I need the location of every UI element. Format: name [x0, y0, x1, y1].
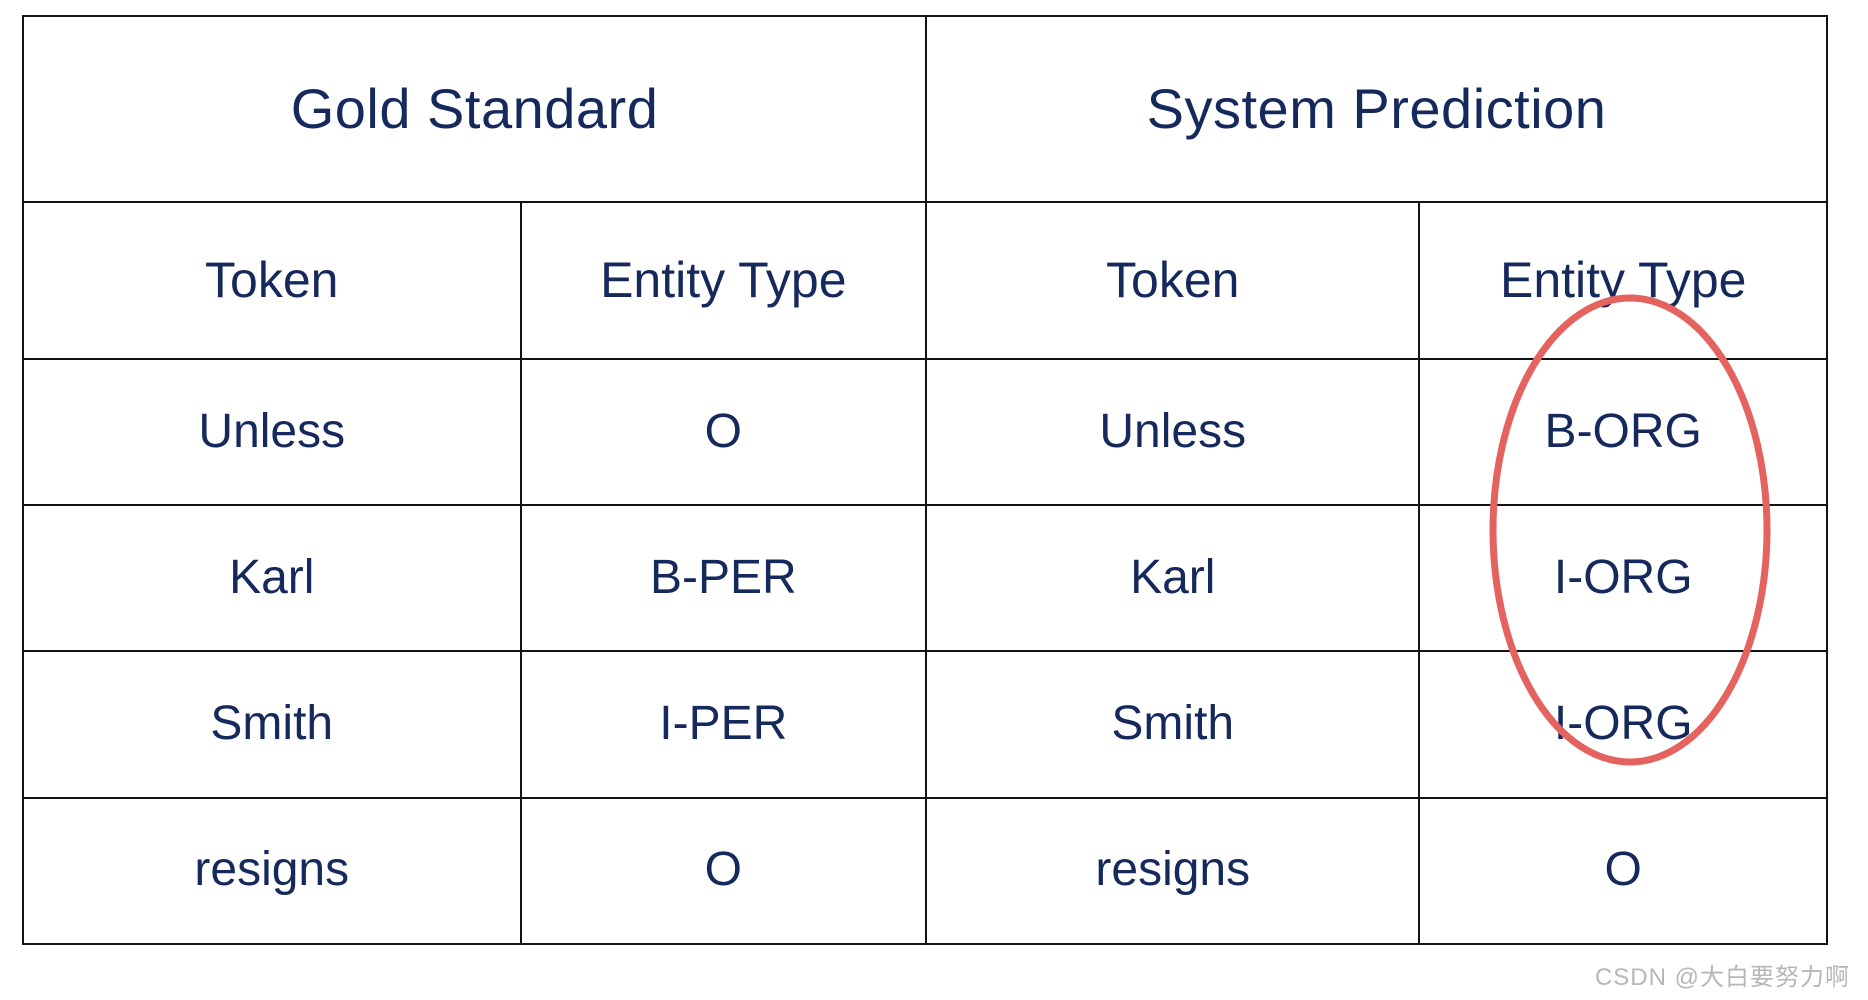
column-header-row: Token Entity Type Token Entity Type: [22, 201, 1828, 360]
column-header-gold-entity-type: Entity Type: [519, 201, 928, 360]
cell-pred-token-text: Unless: [1099, 404, 1247, 458]
cell-pred-token-text: Karl: [1130, 550, 1216, 604]
column-header-gold-entity-type-label: Entity Type: [600, 252, 847, 309]
column-header-pred-token-label: Token: [1106, 252, 1240, 309]
cell-pred-type-text: I-ORG: [1553, 697, 1693, 751]
group-header-gold-standard: Gold Standard: [21, 14, 928, 204]
cell-gold-token-text: Smith: [210, 697, 334, 751]
cell-pred-token-text: Smith: [1111, 697, 1235, 751]
cell-pred-type: O: [1418, 796, 1828, 946]
table-row: Karl B-PER Karl I-ORG: [22, 504, 1828, 653]
cell-pred-token: Karl: [925, 504, 1421, 653]
cell-pred-token: Unless: [925, 357, 1421, 507]
cell-pred-token: Smith: [925, 650, 1421, 799]
column-header-gold-token-label: Token: [205, 252, 339, 309]
table-row: resigns O resigns O: [22, 796, 1828, 946]
cell-gold-token: Karl: [22, 504, 522, 653]
cell-pred-type: I-ORG: [1418, 650, 1828, 799]
cell-gold-type: O: [519, 357, 928, 507]
cell-gold-type-text: O: [704, 404, 742, 458]
csdn-watermark: CSDN @大白要努力啊: [1594, 964, 1850, 991]
cell-gold-token: Unless: [22, 357, 522, 507]
cell-gold-type: I-PER: [519, 650, 928, 799]
table-row: Unless O Unless B-ORG: [22, 357, 1828, 507]
cell-gold-token: Smith: [22, 650, 522, 799]
group-header-system-prediction: System Prediction: [925, 14, 1828, 204]
column-header-gold-token: Token: [22, 201, 522, 360]
cell-gold-type: O: [519, 796, 928, 946]
cell-pred-type-text: B-ORG: [1544, 404, 1702, 458]
cell-gold-type-text: I-PER: [659, 697, 788, 751]
cell-pred-type-text: O: [1604, 843, 1642, 897]
cell-gold-token-text: Karl: [229, 550, 315, 604]
column-header-pred-entity-type-label: Entity Type: [1500, 252, 1747, 309]
cell-gold-token: resigns: [22, 796, 522, 946]
table-row: Smith I-PER Smith I-ORG: [22, 650, 1828, 799]
cell-gold-type-text: B-PER: [649, 550, 797, 604]
cell-pred-token: resigns: [925, 796, 1421, 946]
column-header-pred-token: Token: [925, 201, 1421, 360]
cell-gold-token-text: Unless: [198, 404, 346, 458]
cell-gold-token-text: resigns: [194, 843, 350, 897]
cell-pred-type: B-ORG: [1418, 357, 1828, 507]
group-header-row: Gold Standard System Prediction: [21, 14, 1828, 204]
cell-pred-type-text: I-ORG: [1553, 550, 1693, 604]
cell-gold-type: B-PER: [519, 504, 928, 653]
comparison-table-container: Gold Standard System Prediction Token En…: [21, 14, 1828, 946]
column-header-pred-entity-type: Entity Type: [1418, 201, 1828, 360]
cell-pred-type: I-ORG: [1418, 504, 1828, 653]
cell-pred-token-text: resigns: [1095, 843, 1251, 897]
cell-gold-type-text: O: [704, 843, 742, 897]
group-header-system-prediction-label: System Prediction: [1146, 77, 1607, 141]
ner-comparison-table: Gold Standard System Prediction Token En…: [21, 14, 1828, 946]
group-header-gold-standard-label: Gold Standard: [290, 77, 659, 141]
